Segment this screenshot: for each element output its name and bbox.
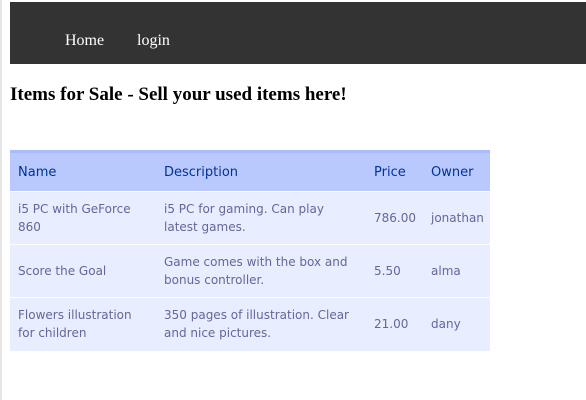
items-table-body: i5 PC with GeForce 860 i5 PC for gaming.… bbox=[10, 191, 490, 351]
table-header-row: Name Description Price Owner bbox=[10, 150, 490, 192]
items-table-header: Name Description Price Owner bbox=[10, 150, 490, 192]
item-owner-cell: alma bbox=[423, 244, 490, 298]
item-price-cell: 786.00 bbox=[366, 191, 423, 245]
items-table: Name Description Price Owner i5 PC with … bbox=[10, 150, 490, 351]
nav-link-home[interactable]: Home bbox=[65, 32, 104, 50]
column-header-price: Price bbox=[366, 150, 423, 192]
column-header-name: Name bbox=[10, 150, 156, 192]
item-price-cell: 21.00 bbox=[366, 297, 423, 351]
item-owner-cell: dany bbox=[423, 297, 490, 351]
item-description-cell: Game comes with the box and bonus contro… bbox=[156, 244, 366, 298]
page-title: Items for Sale - Sell your used items he… bbox=[10, 84, 347, 105]
nav-link-login[interactable]: login bbox=[137, 32, 170, 50]
item-name-cell: Score the Goal bbox=[10, 244, 156, 298]
column-header-description: Description bbox=[156, 150, 366, 192]
item-name-cell: i5 PC with GeForce 860 bbox=[10, 191, 156, 245]
item-description-cell: 350 pages of illustration. Clear and nic… bbox=[156, 297, 366, 351]
item-owner-cell: jonathan bbox=[423, 191, 490, 245]
item-price-cell: 5.50 bbox=[366, 244, 423, 298]
table-row: Flowers illustration for children 350 pa… bbox=[10, 297, 490, 351]
page-left-edge bbox=[0, 0, 2, 400]
top-navbar: Home login bbox=[10, 2, 586, 64]
table-row: Score the Goal Game comes with the box a… bbox=[10, 244, 490, 298]
item-name-cell: Flowers illustration for children bbox=[10, 297, 156, 351]
column-header-owner: Owner bbox=[423, 150, 490, 192]
table-row: i5 PC with GeForce 860 i5 PC for gaming.… bbox=[10, 191, 490, 245]
item-description-cell: i5 PC for gaming. Can play latest games. bbox=[156, 191, 366, 245]
